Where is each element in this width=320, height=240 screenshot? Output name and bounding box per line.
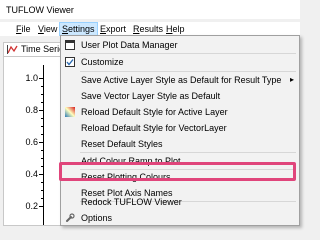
y-tick [39,174,43,175]
y-minor-tick [41,166,43,167]
menu-item-save-active-layer-style[interactable]: Save Active Layer Style as Default for R… [62,73,298,87]
y-minor-tick [41,126,43,127]
color-ramp-icon [65,107,75,117]
menu-separator [80,53,296,54]
menu-item-redock-tuflow-viewer[interactable]: Redock TUFLOW Viewer [62,195,298,209]
tab-time-series[interactable]: Time Series [3,42,65,56]
menu-item-reset-default-styles[interactable]: Reset Default Styles [62,137,298,151]
wrench-icon [66,213,75,222]
y-minor-tick [41,150,43,151]
y-minor-tick [41,94,43,95]
y-tick-label: 1.0 [25,73,38,83]
y-minor-tick [41,190,43,191]
highlight-box [59,162,296,181]
plot-canvas[interactable]: 1.0 0.8 0.6 0.4 0.2 [3,56,63,226]
y-tick [39,206,43,207]
tab-label: Time Series [21,44,65,54]
menu-item-save-vector-layer-style[interactable]: Save Vector Layer Style as Default [62,89,298,103]
y-tick [39,78,43,79]
y-minor-tick [41,198,43,199]
y-tick-label: 0.2 [25,201,38,211]
menu-bar: File View Settings Export Results Help [0,22,300,37]
menu-file[interactable]: File [14,23,33,36]
menu-separator [80,152,296,153]
menu-item-customize[interactable]: Customize [62,55,298,69]
window-icon [65,40,75,50]
y-tick-label: 0.6 [25,137,38,147]
y-tick [39,110,43,111]
settings-menu: User Plot Data Manager Customize Save Ac… [60,35,300,226]
line-chart-icon [7,45,18,54]
y-minor-tick [41,182,43,183]
menu-item-options[interactable]: Options [62,211,298,225]
y-minor-tick [41,158,43,159]
y-axis [43,65,44,225]
menu-item-reload-default-style-active-layer[interactable]: Reload Default Style for Active Layer [62,105,298,119]
y-minor-tick [41,102,43,103]
checkbox-icon [65,57,75,67]
y-minor-tick [41,86,43,87]
chevron-right-icon: ▸ [289,75,294,84]
window-title: TUFLOW Viewer [0,0,300,19]
y-minor-tick [41,134,43,135]
menu-item-reload-default-style-vectorlayer[interactable]: Reload Default Style for VectorLayer [62,121,298,135]
menu-separator [80,71,296,72]
menu-view[interactable]: View [36,23,59,36]
y-tick [39,142,43,143]
y-tick-label: 0.4 [25,169,38,179]
y-minor-tick [41,118,43,119]
y-tick-label: 0.8 [25,105,38,115]
menu-item-user-plot-data-manager[interactable]: User Plot Data Manager [62,38,298,52]
